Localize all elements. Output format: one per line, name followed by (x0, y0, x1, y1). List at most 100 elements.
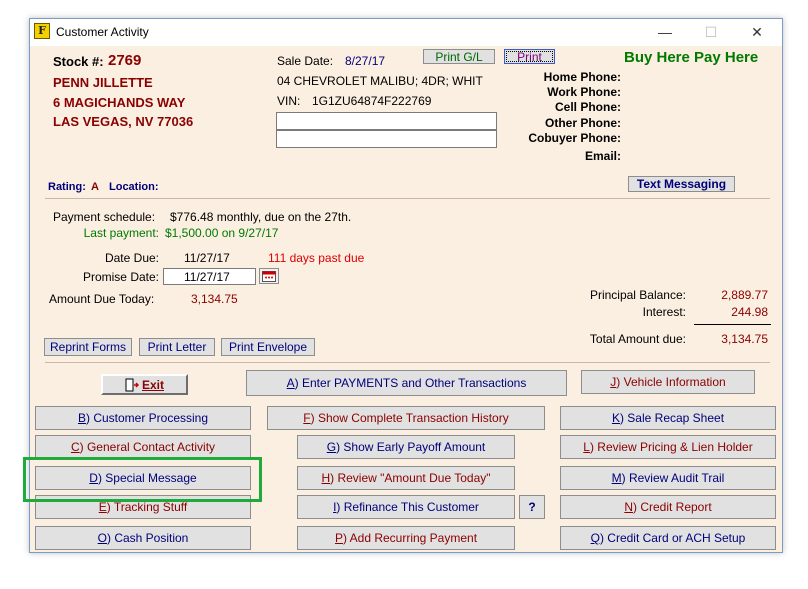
stock-label: Stock #: (53, 54, 104, 69)
refinance-label: ) Refinance This Customer (336, 500, 479, 514)
interest-amount: 244.98 (731, 305, 768, 319)
customer-processing-key: B (77, 411, 86, 425)
credit-card-key: Q (590, 531, 600, 545)
total-amount-due: 3,134.75 (721, 332, 768, 346)
print-letter-button[interactable]: Print Letter (139, 338, 215, 356)
refinance-button[interactable]: I) Refinance This Customer (297, 495, 515, 519)
review-amount-due-button[interactable]: H) Review "Amount Due Today" (297, 466, 515, 490)
app-icon: F (34, 23, 50, 39)
exit-door-icon (125, 378, 139, 391)
last-payment-label: Last payment: (83, 226, 159, 240)
early-payoff-label: ) Show Early Payoff Amount (336, 440, 486, 454)
location-label: Location: (109, 181, 159, 193)
enter-payments-key: A (286, 376, 295, 390)
early-payoff-key: G (326, 440, 337, 454)
general-contact-key: C (70, 440, 80, 454)
customer-address: 6 MAGICHANDS WAY (53, 95, 186, 110)
credit-report-button[interactable]: N) Credit Report (560, 495, 776, 519)
credit-report-key: N (624, 500, 633, 514)
vehicle-info-label: ) Vehicle Information (616, 375, 726, 389)
exit-key: Exit (141, 377, 164, 392)
audit-trail-button[interactable]: M) Review Audit Trail (560, 466, 776, 490)
enter-payments-label: ) Enter PAYMENTS and Other Transactions (294, 376, 527, 390)
payment-schedule-value: $776.48 monthly, due on the 27th. (170, 210, 352, 224)
close-button[interactable]: ✕ (734, 19, 780, 45)
transaction-history-button[interactable]: F) Show Complete Transaction History (267, 406, 545, 430)
customer-processing-button[interactable]: B) Customer Processing (35, 406, 251, 430)
amount-due-today: 3,134.75 (191, 292, 238, 306)
amount-due-today-label: Amount Due Today: (49, 292, 155, 306)
principal-balance: 2,889.77 (721, 288, 768, 302)
minimize-button[interactable]: — (642, 19, 688, 45)
sale-recap-label: ) Sale Recap Sheet (619, 411, 725, 425)
print-envelope-button[interactable]: Print Envelope (221, 338, 315, 356)
section-divider (45, 198, 770, 199)
review-pricing-key: L (583, 440, 590, 454)
calendar-button[interactable] (259, 268, 279, 284)
vehicle-description: 04 CHEVROLET MALIBU; 4DR; WHIT (277, 74, 483, 88)
sale-recap-button[interactable]: K) Sale Recap Sheet (560, 406, 776, 430)
total-underline (694, 324, 771, 325)
text-messaging-button[interactable]: Text Messaging (628, 176, 735, 192)
other-phone-label: Other Phone: (544, 116, 621, 130)
date-due-label: Date Due: (104, 251, 159, 265)
note-field-2[interactable] (276, 130, 497, 148)
recurring-payment-button[interactable]: P) Add Recurring Payment (297, 526, 515, 550)
sale-date: 8/27/17 (345, 54, 386, 68)
print-gl-button[interactable]: Print G/L (423, 49, 495, 64)
general-contact-label: ) General Contact Activity (79, 440, 216, 454)
review-amount-due-label: ) Review "Amount Due Today" (330, 471, 491, 485)
cash-position-label: ) Cash Position (106, 531, 189, 545)
reprint-forms-button[interactable]: Reprint Forms (44, 338, 132, 356)
promise-date-input[interactable]: 11/27/17 (163, 268, 256, 285)
payment-schedule-label: Payment schedule: (53, 210, 156, 224)
work-phone-label: Work Phone: (547, 85, 621, 99)
customer-name: PENN JILLETTE (53, 75, 153, 90)
maximize-button[interactable]: ☐ (688, 19, 734, 45)
transaction-history-label: ) Show Complete Transaction History (310, 411, 509, 425)
credit-report-label: ) Credit Report (632, 500, 712, 514)
promise-date-value: 11/27/17 (184, 270, 230, 284)
recurring-payment-label: ) Add Recurring Payment (342, 531, 478, 545)
review-pricing-button[interactable]: L) Review Pricing & Lien Holder (560, 435, 776, 459)
interest-label: Interest: (642, 305, 686, 319)
note-field-1[interactable] (276, 112, 497, 130)
last-payment-value: $1,500.00 on 9/27/17 (165, 226, 279, 240)
home-phone-label: Home Phone: (543, 70, 621, 84)
cell-phone-label: Cell Phone: (554, 100, 621, 114)
credit-card-ach-button[interactable]: Q) Credit Card or ACH Setup (560, 526, 776, 550)
stock-number: 2769 (108, 52, 142, 69)
sale-date-label: Sale Date: (277, 54, 334, 68)
rating-value: A (91, 181, 99, 193)
audit-trail-label: ) Review Audit Trail (621, 471, 725, 485)
date-due: 11/27/17 (184, 251, 230, 265)
highlight-box (23, 457, 262, 502)
email-label: Email: (584, 149, 621, 163)
section-divider-2 (45, 362, 770, 363)
cash-position-key: O (97, 531, 107, 545)
rating-label: Rating: (48, 181, 86, 193)
print-button[interactable]: Print (504, 49, 555, 64)
principal-balance-label: Principal Balance: (589, 288, 686, 302)
sale-recap-key: K (611, 411, 620, 425)
tracking-label: ) Tracking Stuff (106, 500, 188, 514)
vehicle-information-button[interactable]: J) Vehicle Information (581, 370, 755, 394)
early-payoff-button[interactable]: G) Show Early Payoff Amount (297, 435, 515, 459)
exit-button[interactable]: Exit (101, 374, 188, 395)
cash-position-button[interactable]: O) Cash Position (35, 526, 251, 550)
cobuyer-phone-label: Cobuyer Phone: (528, 131, 621, 145)
title-bar: F Customer Activity — ☐ ✕ (30, 19, 782, 45)
dealer-tagline: Buy Here Pay Here (624, 49, 759, 66)
credit-card-label: ) Credit Card or ACH Setup (599, 531, 746, 545)
enter-payments-button[interactable]: A) Enter PAYMENTS and Other Transactions (246, 370, 567, 396)
days-past-due: 111 days past due (268, 251, 365, 265)
review-pricing-label: ) Review Pricing & Lien Holder (589, 440, 753, 454)
total-amount-due-label: Total Amount due: (589, 332, 686, 346)
recurring-payment-key: P (334, 531, 343, 545)
audit-trail-key: M (611, 471, 622, 485)
customer-city-state-zip: LAS VEGAS, NV 77036 (53, 114, 194, 129)
general-contact-button[interactable]: C) General Contact Activity (35, 435, 251, 459)
tracking-key: E (98, 500, 107, 514)
help-button[interactable]: ? (519, 495, 545, 519)
customer-processing-label: ) Customer Processing (85, 411, 209, 425)
